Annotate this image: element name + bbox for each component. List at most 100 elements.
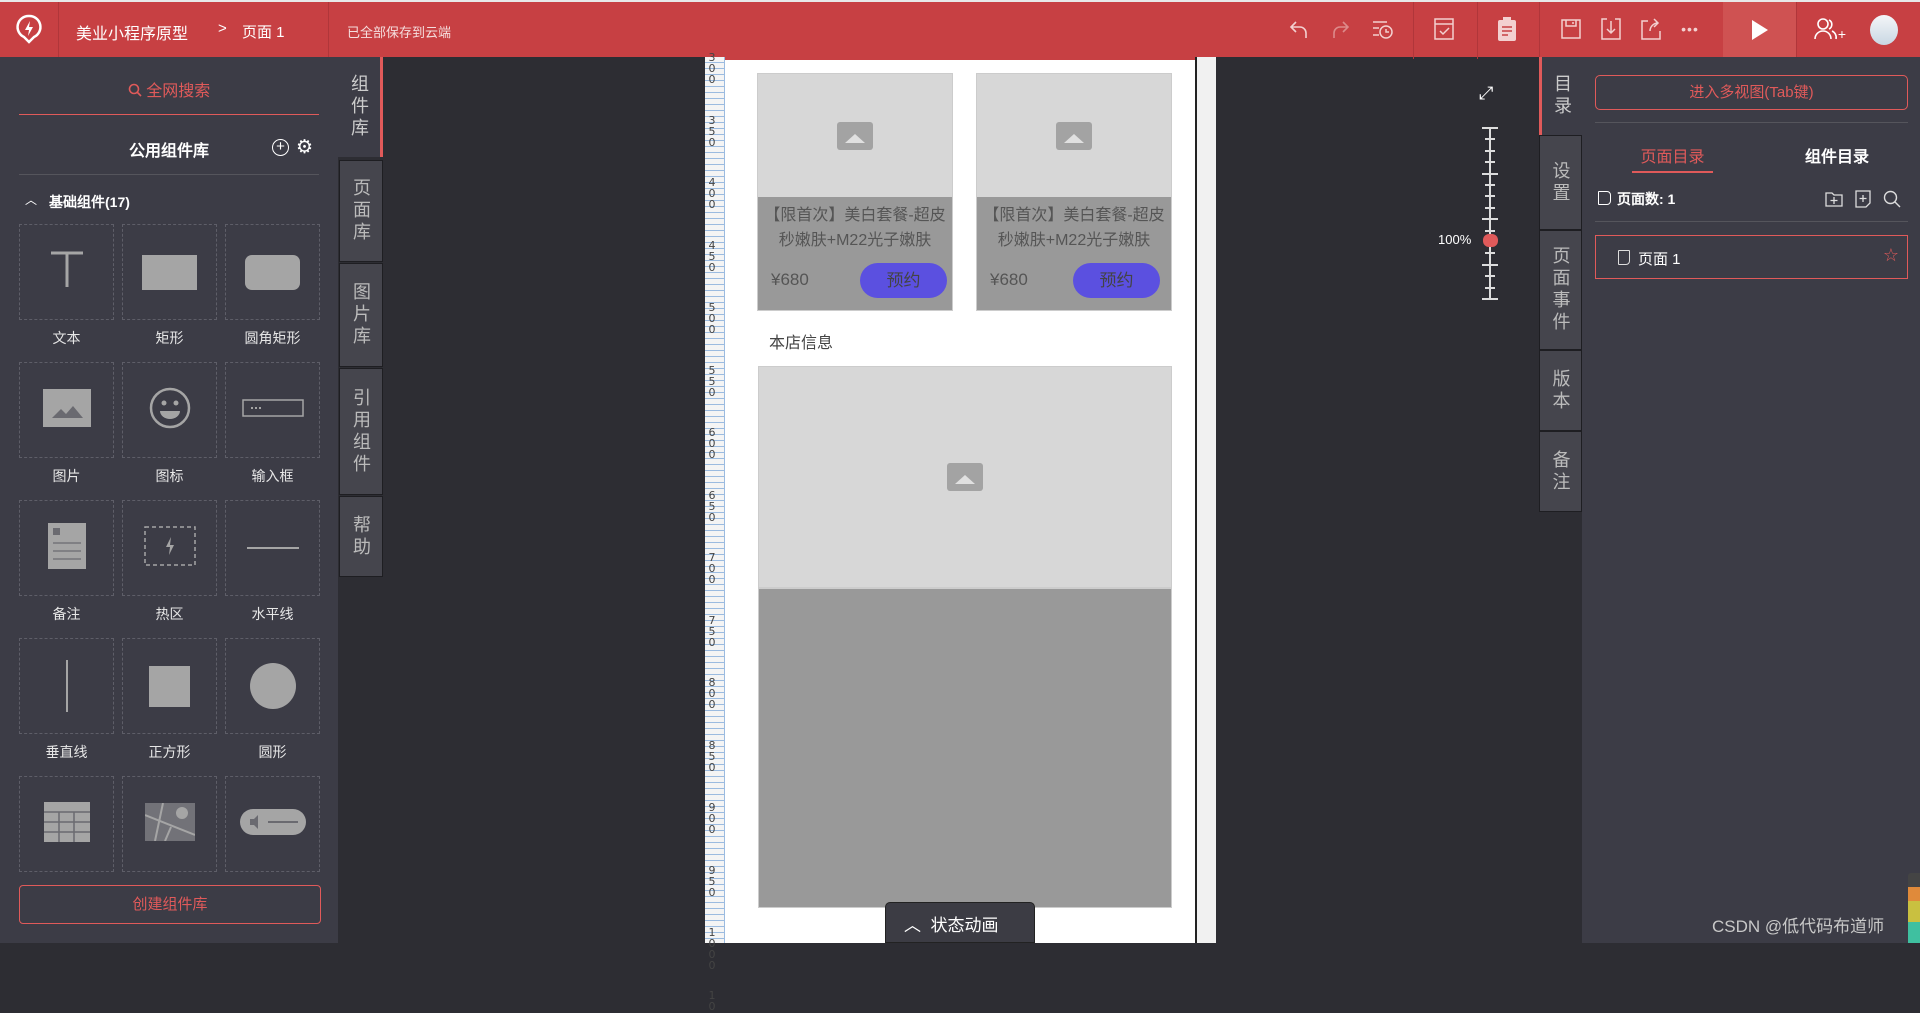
component-audio[interactable] xyxy=(225,776,320,872)
tab-right-4[interactable]: 备注 xyxy=(1539,431,1582,512)
zoom-tick xyxy=(1485,275,1495,278)
zoom-tick xyxy=(1485,229,1495,232)
history-icon[interactable] xyxy=(1370,16,1396,42)
watermark: CSDN @低代码布道师 xyxy=(1712,917,1885,936)
check-icon[interactable] xyxy=(1431,16,1457,42)
tab-right-2[interactable]: 页面事件 xyxy=(1539,230,1582,350)
clipboard-icon[interactable] xyxy=(1494,16,1520,42)
component-map[interactable] xyxy=(122,776,217,872)
gear-icon[interactable]: ⚙ xyxy=(296,136,313,159)
global-search[interactable]: 全网搜索 xyxy=(19,77,319,115)
component-hotspot[interactable] xyxy=(122,500,217,596)
component-label: 输入框 xyxy=(251,468,294,484)
book-button[interactable]: 预约 xyxy=(860,263,947,298)
level-meter xyxy=(1908,873,1920,943)
redo-icon[interactable] xyxy=(1327,16,1353,42)
component-input[interactable] xyxy=(225,362,320,458)
outline-panel: 进入多视图(Tab键) 页面目录 组件目录 页面数: 1 页面 1 ☆ xyxy=(1582,57,1920,943)
save-icon[interactable] xyxy=(1558,16,1584,42)
add-page-icon[interactable] xyxy=(1855,190,1871,208)
star-icon[interactable]: ☆ xyxy=(1883,245,1899,266)
preview-button[interactable] xyxy=(1723,2,1796,59)
component-square[interactable] xyxy=(122,638,217,734)
component-label: 圆角矩形 xyxy=(244,330,301,346)
circle-icon xyxy=(249,663,296,709)
component-vertical-line[interactable] xyxy=(19,638,114,734)
tab-right-0[interactable]: 目录 xyxy=(1539,57,1582,135)
table-icon xyxy=(43,801,90,847)
page-count-icon xyxy=(1598,191,1611,205)
zoom-tick xyxy=(1485,206,1495,209)
tab-left-0[interactable]: 组件库 xyxy=(338,57,383,157)
page-item[interactable]: 页面 1 ☆ xyxy=(1595,235,1908,279)
zoom-handle[interactable] xyxy=(1483,234,1498,247)
tab-left-4[interactable]: 帮助 xyxy=(339,496,383,577)
section-title[interactable]: 本店信息 xyxy=(769,329,833,353)
ruler-label: 350 xyxy=(708,113,716,149)
more-icon[interactable]: ••• xyxy=(1677,16,1703,42)
smiley-icon xyxy=(149,387,191,434)
component-smiley[interactable] xyxy=(122,362,217,458)
zoom-value: 100% xyxy=(1438,232,1472,247)
book-button[interactable]: 预约 xyxy=(1073,263,1160,298)
tab-left-3[interactable]: 引用组件 xyxy=(339,368,383,495)
zoom-slider[interactable] xyxy=(1489,127,1491,299)
avatar[interactable] xyxy=(1870,15,1898,45)
service-card[interactable]: 【限首次】美白套餐-超皮秒嫩肤+M22光子嫩肤 ¥680 预约 xyxy=(976,73,1172,311)
page-name: 页面 1 xyxy=(1638,251,1681,268)
component-panel: 全网搜索 公用组件库 + ⚙ ︿ 基础组件(17) 文本 矩形 圆角矩形 图片 图标 输入… xyxy=(0,57,338,943)
zoom-tick xyxy=(1482,298,1498,300)
component-rounded-rectangle[interactable] xyxy=(225,224,320,320)
tab-right-1[interactable]: 设置 xyxy=(1539,135,1582,230)
gray-block[interactable] xyxy=(758,588,1172,908)
image-placeholder[interactable] xyxy=(758,366,1172,588)
tab-left-1[interactable]: 页面库 xyxy=(339,160,383,262)
zoom-tick xyxy=(1485,195,1495,198)
component-text[interactable] xyxy=(19,224,114,320)
tab-page-outline[interactable]: 页面目录 xyxy=(1632,143,1713,173)
search-icon[interactable] xyxy=(1883,190,1901,208)
undo-icon[interactable] xyxy=(1286,16,1312,42)
add-folder-icon[interactable] xyxy=(1825,191,1843,207)
current-page[interactable]: 页面 1 xyxy=(242,21,285,42)
zoom-tick xyxy=(1485,161,1495,164)
state-animation-toggle[interactable]: ︿ 状态动画 xyxy=(885,902,1035,943)
component-label: 备注 xyxy=(52,606,81,622)
zoom-tick xyxy=(1482,218,1498,221)
save-status: 已全部保存到云端 xyxy=(347,25,452,40)
component-horizontal-line[interactable] xyxy=(225,500,320,596)
component-note[interactable] xyxy=(19,500,114,596)
tab-component-outline[interactable]: 组件目录 xyxy=(1782,143,1892,167)
share-icon[interactable] xyxy=(1638,16,1664,42)
create-library-button[interactable]: 创建组件库 xyxy=(19,885,321,924)
fullscreen-icon[interactable]: ⤢ xyxy=(1479,83,1493,104)
add-circle-icon[interactable]: + xyxy=(272,139,289,156)
zoom-tick xyxy=(1485,184,1495,186)
multiview-button[interactable]: 进入多视图(Tab键) xyxy=(1595,75,1908,110)
chevron-up-icon[interactable]: ︿ xyxy=(25,191,37,208)
download-icon[interactable] xyxy=(1598,16,1624,42)
component-table[interactable] xyxy=(19,776,114,872)
component-image[interactable] xyxy=(19,362,114,458)
vertical-line-icon xyxy=(65,660,68,712)
play-icon xyxy=(1752,20,1768,40)
component-label: 图片 xyxy=(52,468,81,484)
image-icon xyxy=(947,463,983,491)
group-header[interactable]: 基础组件(17) xyxy=(49,192,130,212)
image-icon xyxy=(1056,121,1092,150)
component-circle[interactable] xyxy=(225,638,320,734)
project-name[interactable]: 美业小程序原型 xyxy=(76,20,188,44)
logo-icon[interactable] xyxy=(14,14,44,44)
note-icon xyxy=(47,522,86,574)
ruler-label: 700 xyxy=(708,551,716,586)
image-icon xyxy=(42,388,91,432)
rounded-rectangle-icon xyxy=(245,254,300,290)
add-user-icon[interactable]: + xyxy=(1812,16,1848,42)
tab-left-2[interactable]: 图片库 xyxy=(339,263,383,367)
tab-right-3[interactable]: 版本 xyxy=(1539,350,1582,431)
image-icon xyxy=(837,121,873,150)
ruler-label: 450 xyxy=(708,238,716,274)
service-card[interactable]: 【限首次】美白套餐-超皮秒嫩肤+M22光子嫩肤 ¥680 预约 xyxy=(757,73,953,311)
component-rectangle[interactable] xyxy=(122,224,217,320)
component-label: 水平线 xyxy=(251,606,294,622)
